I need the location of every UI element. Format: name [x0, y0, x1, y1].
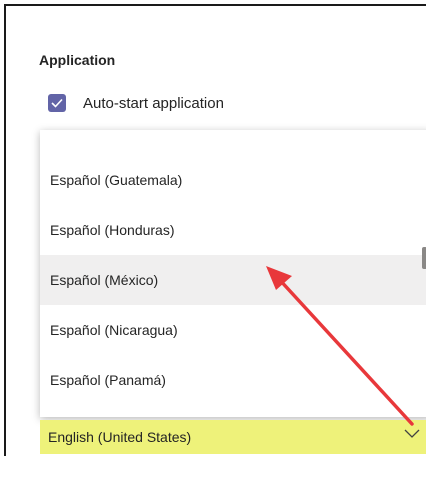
language-option-hovered[interactable]: Español (México): [40, 255, 426, 305]
dropdown-scrollbar[interactable]: [422, 247, 426, 269]
auto-start-row[interactable]: Auto-start application: [48, 92, 224, 114]
chevron-down-icon[interactable]: [404, 429, 420, 439]
language-select-value: English (United States): [48, 429, 192, 445]
language-option[interactable]: Español (Panamá): [40, 355, 426, 405]
language-select[interactable]: English (United States): [40, 420, 426, 454]
language-dropdown-list: Español (Guatemala) Español (Honduras) E…: [40, 130, 426, 417]
language-option-label: Español (Nicaragua): [50, 322, 178, 338]
settings-panel: Application Auto-start application Españ…: [4, 4, 426, 456]
auto-start-label: Auto-start application: [83, 94, 224, 112]
language-option-label: Español (Guatemala): [50, 172, 183, 188]
checkmark-icon: [51, 98, 63, 108]
auto-start-checkbox[interactable]: [48, 94, 66, 112]
language-option[interactable]: Español (Honduras): [40, 205, 426, 255]
section-title-application: Application: [39, 52, 116, 68]
language-option[interactable]: Español (Guatemala): [40, 155, 426, 205]
language-option-label: Español (Panamá): [50, 372, 166, 388]
language-option-label: Español (México): [50, 272, 159, 288]
language-option[interactable]: Español (Nicaragua): [40, 305, 426, 355]
language-option-label: Español (Honduras): [50, 222, 175, 238]
